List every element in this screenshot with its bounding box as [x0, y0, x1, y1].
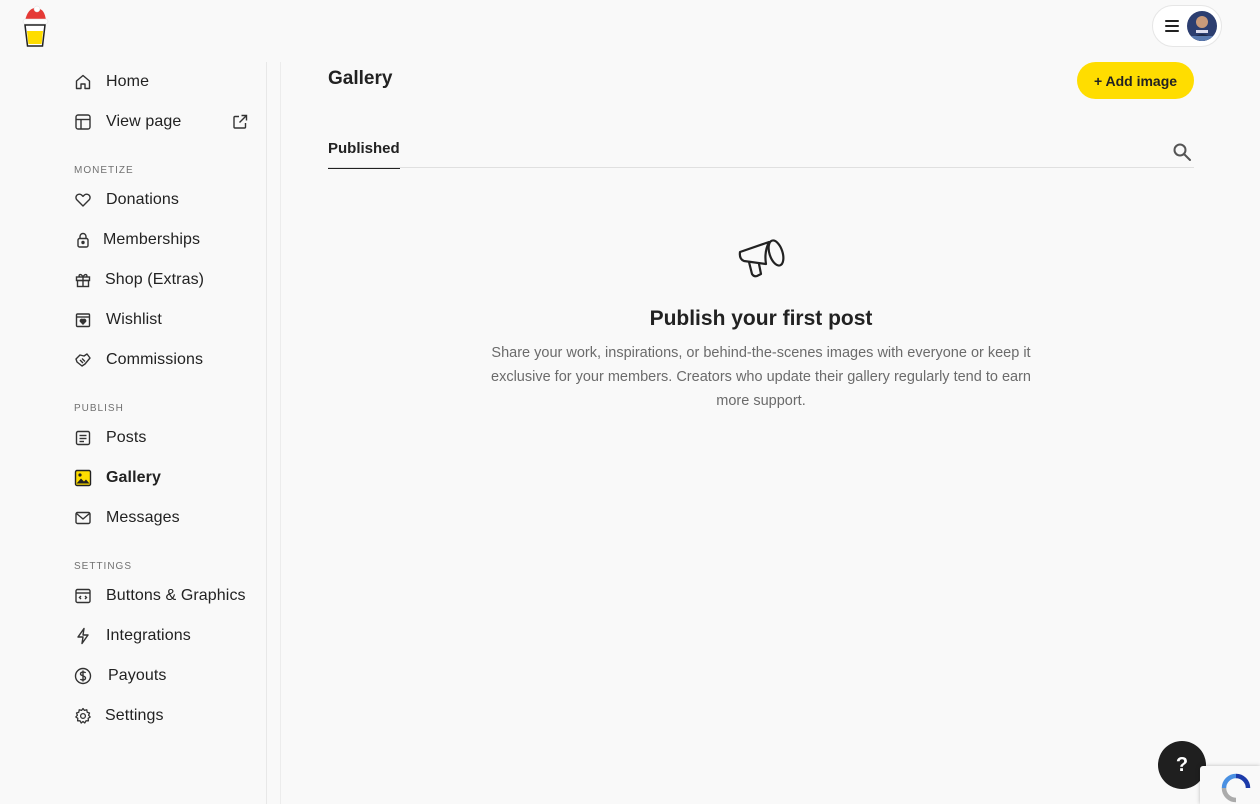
gear-icon — [74, 707, 92, 725]
sidebar-item-wishlist[interactable]: Wishlist — [74, 308, 162, 332]
sidebar-item-commissions[interactable]: Commissions — [74, 348, 203, 372]
layout-icon — [74, 113, 92, 131]
wishlist-icon — [74, 311, 92, 329]
image-icon — [74, 469, 92, 487]
mail-icon — [74, 509, 92, 527]
app-logo[interactable] — [20, 5, 50, 49]
tab-divider — [328, 167, 1194, 168]
sidebar-item-view-page[interactable]: View page — [74, 110, 181, 134]
empty-state-description: Share your work, inspirations, or behind… — [491, 345, 1031, 409]
sidebar-item-buttons-graphics[interactable]: Buttons & Graphics — [74, 584, 246, 608]
sidebar-item-label: Home — [106, 73, 150, 90]
home-icon — [74, 73, 92, 91]
sidebar-item-home[interactable]: Home — [74, 70, 149, 94]
empty-state-title: Publish your first post — [649, 307, 873, 330]
sidebar-item-memberships[interactable]: Memberships — [74, 228, 200, 252]
dollar-icon — [74, 667, 92, 685]
sidebar-item-label: Donations — [106, 191, 179, 208]
add-image-button[interactable]: + Add image — [1077, 62, 1194, 99]
sidebar-item-gallery[interactable]: Gallery — [74, 466, 161, 490]
sidebar-item-label: Wishlist — [106, 311, 162, 328]
sidebar-item-messages[interactable]: Messages — [74, 506, 180, 530]
page-title: Gallery — [328, 68, 393, 89]
sidebar-item-posts[interactable]: Posts — [74, 426, 147, 450]
sidebar-item-label: Payouts — [108, 667, 167, 684]
tab-published[interactable]: Published — [328, 140, 400, 169]
document-icon — [74, 429, 92, 447]
sidebar-item-donations[interactable]: Donations — [74, 188, 179, 212]
content-divider — [280, 62, 281, 804]
handshake-icon — [74, 351, 92, 369]
sidebar-item-label: Posts — [106, 429, 147, 446]
sidebar-item-label: Shop (Extras) — [105, 271, 205, 288]
help-button[interactable]: ? — [1158, 741, 1206, 789]
sidebar-item-label: Settings — [105, 707, 164, 724]
search-icon[interactable] — [1172, 142, 1192, 162]
section-label-monetize: MONETIZE — [74, 165, 134, 176]
megaphone-icon — [736, 230, 788, 282]
sidebar-item-label: Messages — [106, 509, 180, 526]
section-label-settings: SETTINGS — [74, 561, 133, 572]
recaptcha-badge-icon[interactable] — [1200, 766, 1260, 804]
account-menu-button[interactable] — [1152, 5, 1222, 47]
code-window-icon — [74, 587, 92, 605]
lightning-icon — [74, 627, 92, 645]
sidebar-item-label: Commissions — [106, 351, 204, 368]
sidebar-item-label: Memberships — [103, 231, 201, 248]
lock-icon — [74, 231, 92, 249]
sidebar-item-label: Buttons & Graphics — [106, 587, 246, 604]
sidebar-item-label: View page — [106, 113, 182, 130]
avatar — [1187, 11, 1217, 41]
heart-icon — [74, 191, 92, 209]
sidebar-item-label: Gallery — [106, 469, 161, 486]
sidebar-item-payouts[interactable]: Payouts — [74, 664, 167, 688]
sidebar-item-shop[interactable]: Shop (Extras) — [74, 268, 204, 292]
section-label-publish: PUBLISH — [74, 403, 124, 414]
sidebar-item-settings[interactable]: Settings — [74, 704, 164, 728]
sidebar-item-integrations[interactable]: Integrations — [74, 624, 191, 648]
external-link-icon[interactable] — [232, 114, 248, 130]
gift-icon — [74, 271, 92, 289]
hamburger-icon — [1165, 20, 1179, 32]
sidebar-item-label: Integrations — [106, 627, 191, 644]
